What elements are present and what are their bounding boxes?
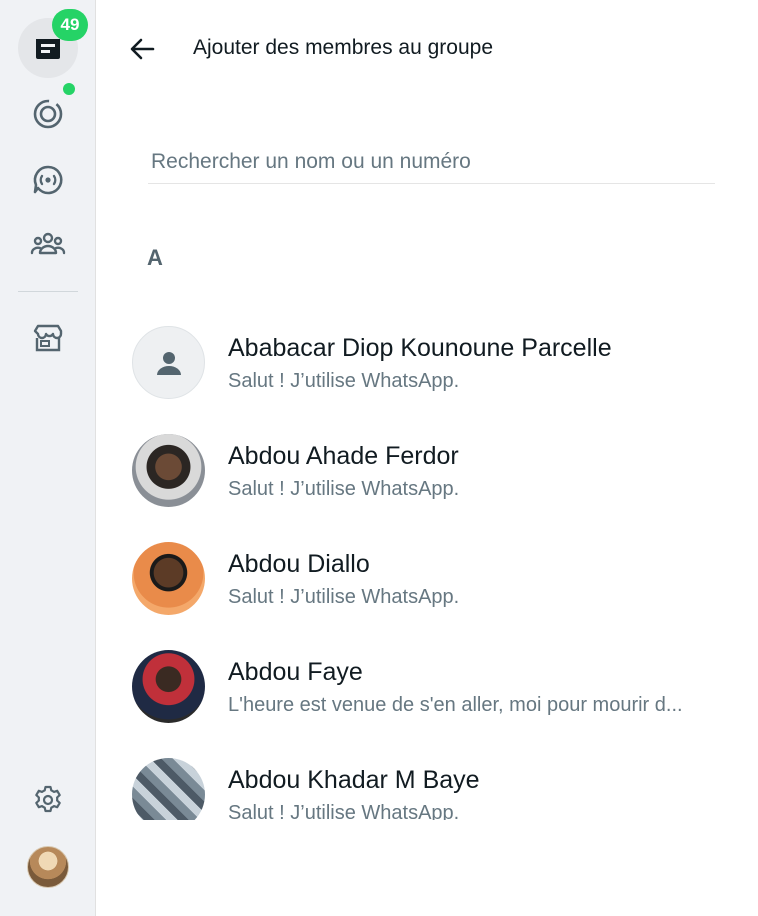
status-update-dot	[63, 83, 75, 95]
contact-name: Ababacar Diop Kounoune Parcelle	[228, 334, 612, 362]
add-members-panel: Ajouter des membres au groupe A Ababacar…	[97, 0, 758, 916]
contact-avatar	[132, 758, 205, 820]
contact-status: L'heure est venue de s'en aller, moi pou…	[228, 694, 683, 716]
contact-item[interactable]: Abdou Diallo Salut ! J’utilise WhatsApp.	[97, 516, 758, 624]
contact-status: Salut ! J’utilise WhatsApp.	[228, 802, 460, 820]
section-letter-header: A	[147, 245, 163, 270]
person-icon	[156, 351, 181, 375]
settings-icon	[35, 785, 61, 813]
contact-item[interactable]: Abdou Ahade Ferdor Salut ! J’utilise Wha…	[97, 408, 758, 516]
back-arrow-icon	[130, 38, 155, 60]
contact-avatar	[132, 650, 205, 723]
page-title: Ajouter des membres au groupe	[193, 36, 493, 59]
contact-list: Ababacar Diop Kounoune Parcelle Salut ! …	[97, 300, 758, 820]
channels-button[interactable]	[18, 150, 78, 210]
contact-status: Salut ! J’utilise WhatsApp.	[228, 370, 460, 392]
contact-status: Salut ! J’utilise WhatsApp.	[228, 586, 460, 608]
contact-name: Abdou Diallo	[228, 550, 370, 578]
rail-divider	[18, 291, 78, 292]
default-avatar	[132, 326, 205, 399]
profile-avatar[interactable]	[27, 846, 69, 888]
contact-status: Salut ! J’utilise WhatsApp.	[228, 478, 460, 500]
contact-avatar	[132, 434, 205, 507]
status-icon	[33, 99, 63, 129]
contact-avatar	[132, 542, 205, 615]
panel-header: Ajouter des membres au groupe	[97, 0, 758, 96]
navigation-rail: 49	[0, 0, 96, 916]
contact-item[interactable]: Ababacar Diop Kounoune Parcelle Salut ! …	[97, 300, 758, 408]
search-box	[148, 140, 715, 184]
back-button[interactable]	[125, 32, 159, 66]
communities-button[interactable]	[18, 214, 78, 274]
contact-name: Abdou Faye	[228, 658, 363, 686]
contact-name: Abdou Khadar M Baye	[228, 766, 480, 794]
channels-icon	[33, 165, 63, 195]
unread-count-badge: 49	[52, 9, 88, 41]
contact-item[interactable]: Abdou Faye L'heure est venue de s'en all…	[97, 624, 758, 732]
store-icon	[33, 324, 63, 352]
contact-name: Abdou Ahade Ferdor	[228, 442, 459, 470]
store-button[interactable]	[18, 308, 78, 368]
settings-button[interactable]	[18, 770, 78, 830]
contact-item[interactable]: Abdou Khadar M Baye Salut ! J’utilise Wh…	[97, 732, 758, 820]
search-input[interactable]	[148, 140, 715, 183]
communities-icon	[30, 232, 66, 255]
